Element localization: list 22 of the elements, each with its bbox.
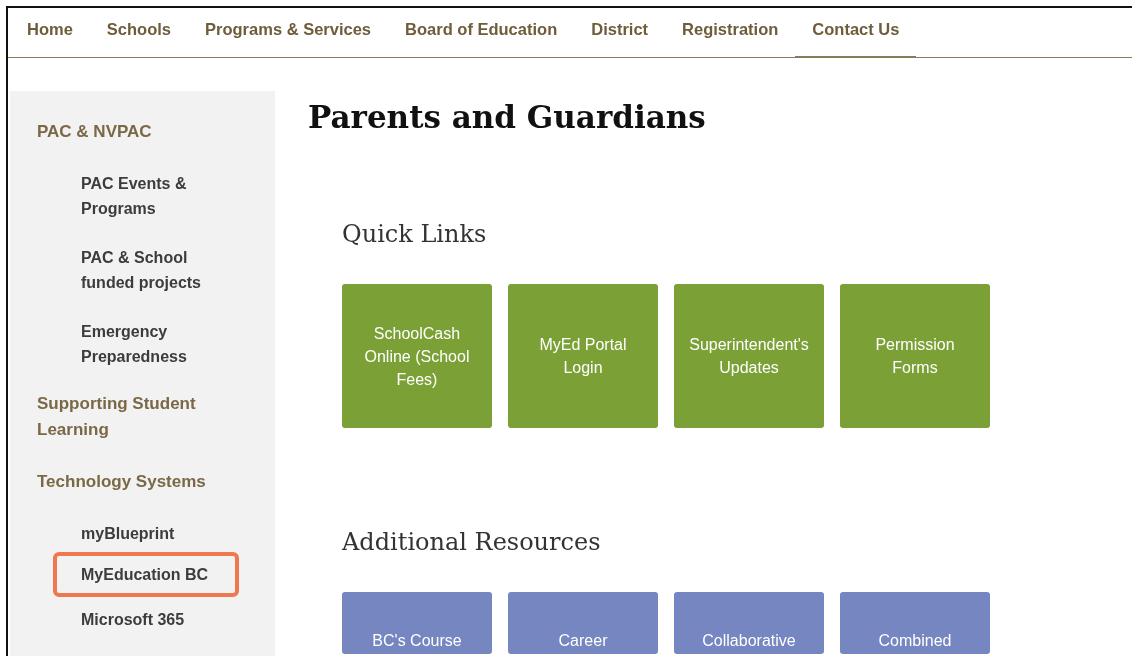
nav-link[interactable]: Programs & Services [188, 8, 389, 58]
sidebar-link[interactable]: PAC & NVPAC [37, 119, 227, 145]
nav-link[interactable]: Contact Us [795, 8, 917, 58]
sidebar-link[interactable]: Emergency Preparedness [81, 319, 231, 369]
section-heading: Quick Links [342, 219, 488, 250]
nav-link[interactable]: District [574, 8, 666, 58]
link-tile[interactable]: BC's Course [342, 592, 492, 654]
link-tile[interactable]: Collaborative [674, 592, 824, 654]
section-heading: Additional Resources [342, 527, 602, 558]
nav-link[interactable]: Schools [89, 8, 189, 58]
link-tile[interactable]: Career [508, 592, 658, 654]
sidebar-link[interactable]: Microsoft 365 [81, 607, 231, 632]
link-tile[interactable]: Combined [840, 592, 990, 654]
nav-link[interactable]: Home [10, 8, 90, 58]
sidebar-link[interactable]: Supporting Student Learning [37, 391, 227, 443]
nav-link[interactable]: Registration [665, 8, 796, 58]
sidebar-link[interactable]: PAC Events & Programs [81, 171, 231, 221]
sidebar-link[interactable]: PAC & School funded projects [81, 245, 231, 295]
sidebar-link[interactable]: myBlueprint [81, 521, 231, 546]
page-title: Parents and Guardians [308, 98, 707, 137]
nav-link[interactable]: Board of Education [388, 8, 575, 58]
sidebar-link[interactable]: Technology Systems [37, 469, 227, 495]
